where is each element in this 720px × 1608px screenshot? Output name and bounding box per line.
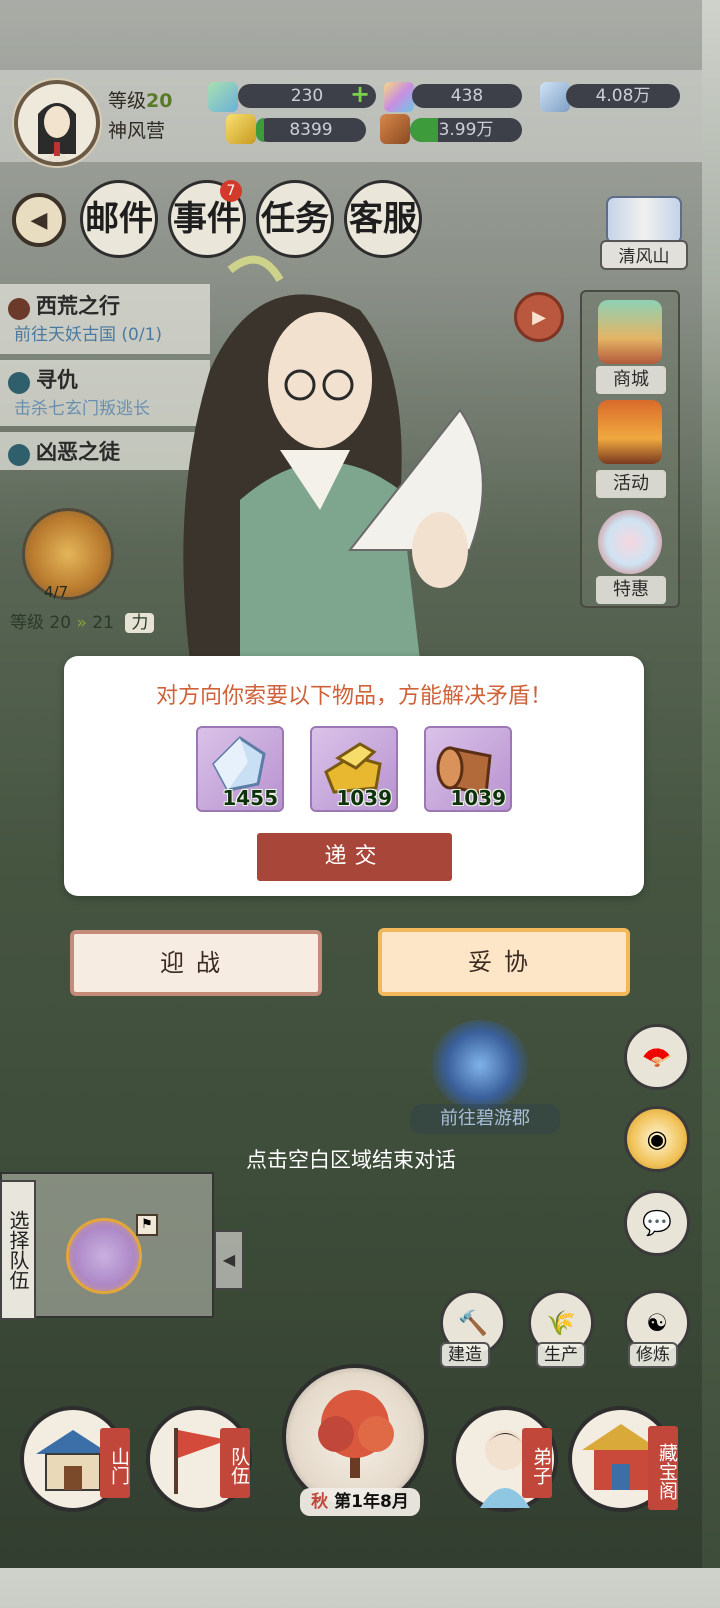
item-slot-wood[interactable]: 1039 — [424, 726, 512, 812]
level-display: 等级20 — [108, 86, 172, 113]
reward-icon[interactable]: ◉ — [624, 1106, 690, 1172]
gate-tag[interactable]: 山门 — [100, 1428, 130, 1498]
mountain-button[interactable]: 清风山 — [600, 240, 688, 270]
build-label[interactable]: 建造 — [440, 1342, 490, 1368]
disciple-tag[interactable]: 弟子 — [522, 1428, 552, 1498]
compromise-button[interactable]: 妥协 — [378, 928, 630, 996]
collapse-team-button[interactable]: ◀ — [214, 1230, 244, 1290]
request-dialog: 对方向你索要以下物品，方能解决矛盾！ 1455 1039 1039 递交 — [64, 656, 644, 896]
portal-icon[interactable] — [430, 1020, 530, 1110]
sect-level-bar: 等级 20 » 21 力 — [10, 608, 155, 633]
quest-title: 凶恶之徒 — [36, 439, 120, 464]
treasure-tag[interactable]: 藏宝阁 — [648, 1426, 678, 1510]
special-offer-icon[interactable] — [598, 510, 662, 574]
chevron-left-icon: ◀ — [222, 1250, 236, 1269]
crystal-icon — [384, 82, 414, 112]
quest-title: 西荒之行 — [36, 293, 120, 318]
item-slot-stone[interactable]: 1455 — [196, 726, 284, 812]
chevron-left-icon: ◀ — [30, 207, 48, 233]
quest-seal-icon — [8, 297, 30, 320]
fight-button[interactable]: 迎战 — [70, 930, 322, 996]
produce-label[interactable]: 生产 — [536, 1342, 586, 1368]
shop-label[interactable]: 商城 — [596, 366, 666, 394]
sect-level-to: 21 — [92, 613, 114, 633]
stone-value: 4.08万 — [595, 86, 651, 106]
sect-progress: 4/7 — [44, 583, 69, 601]
season-name: 秋 — [311, 1492, 329, 1512]
season-date: 秋第1年8月 — [300, 1488, 420, 1516]
player-avatar[interactable] — [14, 80, 100, 166]
gold-fill — [256, 118, 264, 142]
avatar-portrait-icon — [38, 103, 76, 162]
special-label[interactable]: 特惠 — [596, 576, 666, 604]
item-count: 1039 — [450, 786, 506, 810]
item-slot-gold[interactable]: 1039 — [310, 726, 398, 812]
character-illustration — [183, 255, 484, 660]
autumn-tree-icon — [318, 1390, 394, 1478]
add-jade-button[interactable]: + — [350, 80, 370, 108]
double-arrow-icon: » — [76, 613, 87, 633]
dialog-message: 对方向你索要以下物品，方能解决矛盾！ — [155, 684, 552, 709]
crystal-counter: 438 — [412, 84, 522, 108]
service-button[interactable]: 客服 — [344, 180, 422, 258]
submit-button[interactable]: 递交 — [257, 833, 452, 881]
collapse-menu-button[interactable]: ◀ — [12, 193, 66, 247]
sect-level-from: 等级 20 — [10, 613, 72, 633]
crystal-value: 438 — [450, 86, 484, 106]
level-value: 20 — [146, 90, 173, 112]
cultivate-label[interactable]: 修炼 — [628, 1342, 678, 1368]
play-icon: ▶ — [532, 306, 546, 328]
quest-title: 寻仇 — [36, 367, 78, 392]
level-label: 等级 — [108, 90, 147, 112]
game-date: 第1年8月 — [334, 1492, 409, 1512]
team-tag[interactable]: 队伍 — [220, 1428, 250, 1498]
quest-seal-icon — [8, 443, 30, 466]
wood-fill — [410, 118, 438, 142]
events-badge: 7 — [220, 180, 242, 202]
item-count: 1455 — [222, 786, 278, 810]
wood-counter: 3.99万 — [410, 118, 522, 142]
end-dialog-tip: 点击空白区域结束对话 — [246, 1148, 456, 1172]
tasks-button[interactable]: 任务 — [256, 180, 334, 258]
jade-value: 230 — [290, 86, 324, 106]
gold-value: 8399 — [289, 120, 333, 140]
jade-icon — [208, 82, 238, 112]
quest-seal-icon — [8, 371, 30, 394]
shop-icon[interactable] — [598, 300, 662, 364]
wood-value: 3.99万 — [438, 120, 494, 140]
activity-label[interactable]: 活动 — [596, 470, 666, 498]
mail-button[interactable]: 邮件 — [80, 180, 158, 258]
portal-label[interactable]: 前往碧游郡 — [410, 1104, 560, 1134]
wood-icon — [380, 114, 410, 144]
chat-icon[interactable]: 💬 — [624, 1190, 690, 1256]
flag-icon: ⚑ — [136, 1214, 158, 1236]
stone-counter: 4.08万 — [566, 84, 680, 108]
gold-icon — [226, 114, 256, 144]
item-count: 1039 — [336, 786, 392, 810]
camp-name: 神风营 — [108, 120, 166, 142]
team-leader-avatar[interactable] — [66, 1218, 142, 1294]
scroll-map-icon[interactable] — [606, 196, 682, 244]
select-team-button[interactable]: 选择队伍 — [0, 1180, 36, 1320]
gold-counter: 8399 — [256, 118, 366, 142]
lantern-activity-icon[interactable] — [598, 400, 662, 464]
fan-icon[interactable]: 🪭 — [624, 1024, 690, 1090]
